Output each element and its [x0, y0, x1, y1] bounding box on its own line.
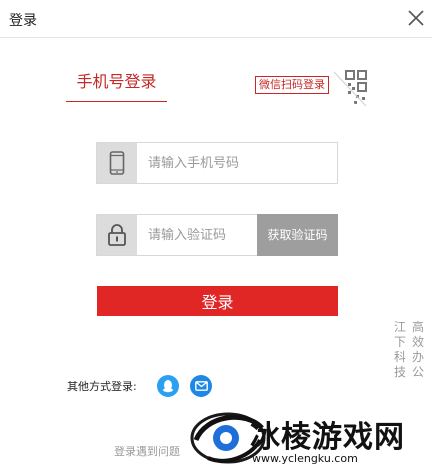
mail-icon [194, 381, 208, 391]
watermark-title: 冰棱游戏网 [250, 420, 405, 455]
code-field: 获取验证码 [96, 214, 338, 256]
phone-input[interactable] [137, 143, 338, 183]
lock-icon-box [97, 215, 137, 255]
tab-phone-login[interactable]: 手机号登录 [66, 72, 167, 102]
watermark-url: www.yclengku.com [252, 452, 358, 465]
watermark-vertical-text-2: 高效办公 [411, 320, 424, 379]
qq-login-button[interactable] [157, 375, 179, 397]
code-input[interactable] [137, 215, 256, 255]
dialog-header: 登录 [0, 0, 432, 38]
email-login-button[interactable] [190, 375, 212, 397]
dialog-title: 登录 [9, 13, 37, 29]
get-code-button[interactable]: 获取验证码 [257, 214, 338, 256]
wechat-login-tab[interactable]: 微信扫码登录 [255, 76, 329, 94]
login-button[interactable]: 登录 [97, 286, 338, 316]
qq-icon [163, 380, 173, 393]
qr-code-icon[interactable] [332, 68, 368, 108]
other-methods-label: 其他方式登录: [67, 380, 137, 393]
lock-icon [108, 224, 126, 246]
login-trouble-link[interactable]: 登录遇到问题 [114, 443, 180, 459]
phone-icon-box [97, 143, 137, 183]
phone-field [96, 142, 338, 184]
phone-icon [109, 151, 125, 175]
watermark-vertical-text-1: 江下科技 [393, 320, 406, 379]
close-icon[interactable] [406, 8, 426, 28]
